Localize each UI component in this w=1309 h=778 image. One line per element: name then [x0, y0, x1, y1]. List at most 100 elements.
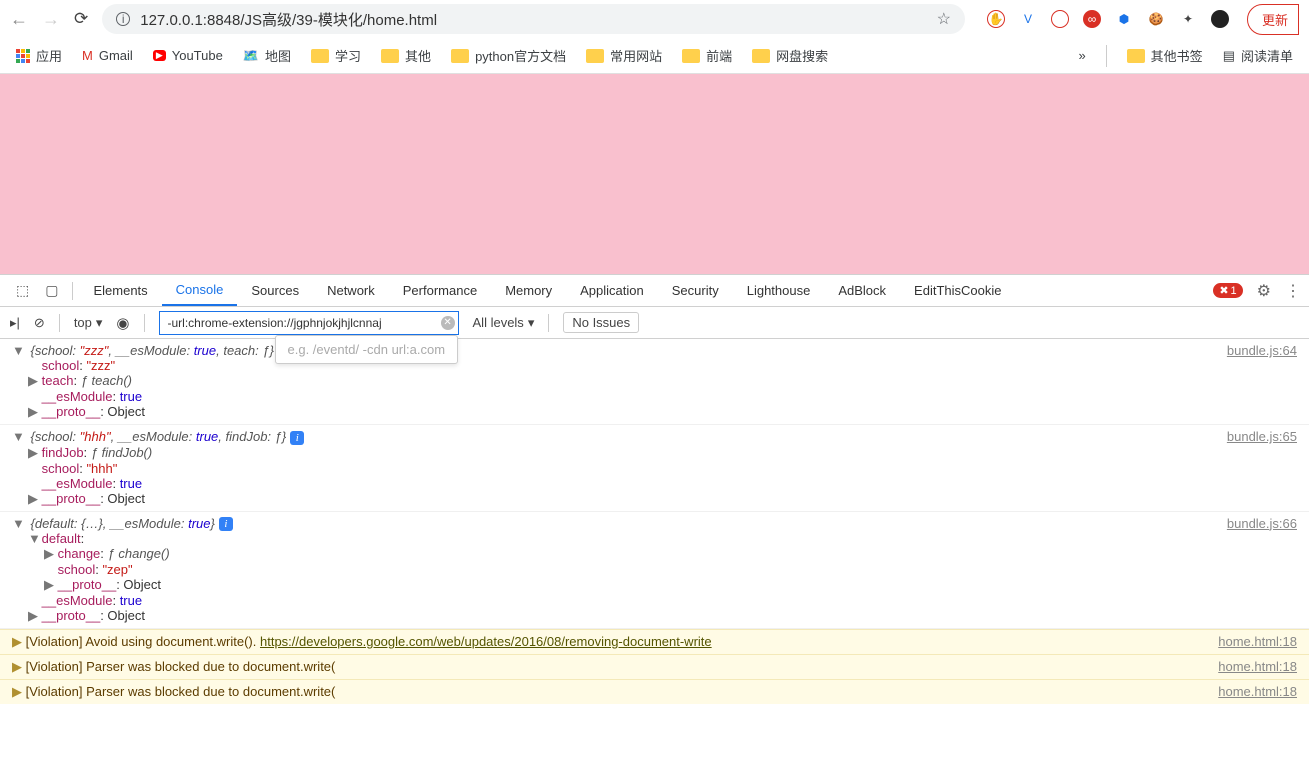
bookmark-youtube[interactable]: ▶YouTube [153, 48, 223, 63]
back-button[interactable]: ← [10, 9, 28, 30]
bookmark-gmail[interactable]: MGmail [82, 48, 133, 63]
bookmark-maps[interactable]: 🗺️地图 [243, 46, 291, 65]
tab-application[interactable]: Application [566, 275, 658, 306]
expand-arrow-icon[interactable]: ▶ [28, 404, 38, 420]
expand-arrow-icon[interactable]: ▶ [28, 608, 38, 624]
ext-icon-hex[interactable]: ⬢ [1115, 10, 1133, 28]
info-icon[interactable]: i [219, 517, 233, 531]
object-property[interactable]: ▶ teach: ƒ teach() [12, 373, 1297, 389]
inspect-icon[interactable]: ⬚ [8, 282, 37, 299]
divider [144, 314, 145, 332]
source-link[interactable]: bundle.js:65 [1227, 429, 1297, 444]
sidebar-toggle-icon[interactable]: ▸| [10, 315, 20, 331]
bookmark-folder-other[interactable]: 其他 [381, 46, 431, 65]
chevron-down-icon: ▾ [96, 315, 103, 331]
console-log-entry: bundle.js:66▼ {default: {…}, __esModule:… [0, 512, 1309, 630]
expand-arrow-icon[interactable]: ▶ [12, 659, 22, 674]
expand-arrow-icon[interactable]: ▶ [12, 684, 22, 699]
tab-sources[interactable]: Sources [237, 275, 313, 306]
expand-arrow-icon[interactable]: ▼ [12, 516, 25, 531]
other-bookmarks[interactable]: 其他书签 [1127, 46, 1203, 65]
source-link[interactable]: home.html:18 [1218, 684, 1297, 699]
object-property[interactable]: school: "zzz" [12, 358, 1297, 373]
filter-input[interactable] [159, 311, 459, 335]
object-property[interactable]: school: "zep" [12, 562, 1297, 577]
bookmark-folder-netdisk[interactable]: 网盘搜索 [752, 46, 828, 65]
issues-indicator[interactable]: No Issues [563, 312, 639, 333]
tab-security[interactable]: Security [658, 275, 733, 306]
object-property[interactable]: ▶ findJob: ƒ findJob() [12, 445, 1297, 461]
object-property[interactable]: ▶ __proto__: Object [12, 608, 1297, 624]
apps-shortcut[interactable]: 应用 [16, 46, 62, 65]
live-expression-icon[interactable]: ◉ [116, 314, 129, 332]
bookmarks-overflow[interactable]: » [1078, 48, 1085, 63]
tab-memory[interactable]: Memory [491, 275, 566, 306]
context-selector[interactable]: top▾ [74, 315, 103, 331]
object-property[interactable]: __esModule: true [12, 389, 1297, 404]
error-count-badge[interactable]: ✖1 [1213, 283, 1242, 298]
ext-icon-red[interactable]: ∞ [1083, 10, 1101, 28]
object-property[interactable]: ▶ __proto__: Object [12, 577, 1297, 593]
source-link[interactable]: bundle.js:64 [1227, 343, 1297, 358]
ext-icon-cookie[interactable]: 🍪 [1147, 10, 1165, 28]
reading-list[interactable]: ▤阅读清单 [1223, 46, 1293, 65]
site-info-icon[interactable]: i [116, 12, 130, 26]
object-property[interactable]: ▶ change: ƒ change() [12, 546, 1297, 562]
object-property[interactable]: __esModule: true [12, 476, 1297, 491]
clear-console-icon[interactable]: ⊘ [34, 315, 45, 331]
extensions-menu-icon[interactable]: ✦ [1179, 10, 1197, 28]
object-summary[interactable]: ▼ {default: {…}, __esModule: true}i [12, 516, 1297, 532]
tab-lighthouse[interactable]: Lighthouse [733, 275, 825, 306]
ext-icon-circle[interactable] [1051, 10, 1069, 28]
tab-console[interactable]: Console [162, 275, 238, 306]
expand-arrow-icon[interactable]: ▼ [12, 343, 25, 358]
ext-icon-dark[interactable] [1211, 10, 1229, 28]
bookmark-folder-frontend[interactable]: 前端 [682, 46, 732, 65]
settings-gear-icon[interactable]: ⚙ [1257, 281, 1271, 301]
object-property[interactable]: ▼ default: [12, 531, 1297, 546]
source-link[interactable]: home.html:18 [1218, 659, 1297, 674]
expand-arrow-icon[interactable]: ▶ [28, 445, 38, 461]
tab-elements[interactable]: Elements [79, 275, 161, 306]
reading-list-icon: ▤ [1223, 48, 1235, 64]
object-property[interactable]: ▶ __proto__: Object [12, 404, 1297, 420]
object-property[interactable]: ▶ __proto__: Object [12, 491, 1297, 507]
expand-arrow-icon[interactable]: ▼ [12, 429, 25, 444]
reload-button[interactable]: ⟳ [74, 9, 88, 29]
object-property[interactable]: __esModule: true [12, 593, 1297, 608]
violation-message: home.html:18▶ [Violation] Parser was blo… [0, 654, 1309, 679]
update-button[interactable]: 更新 [1247, 4, 1299, 35]
folder-icon [586, 49, 604, 63]
tab-performance[interactable]: Performance [389, 275, 491, 306]
vimium-icon[interactable]: V [1019, 10, 1037, 28]
source-link[interactable]: bundle.js:66 [1227, 516, 1297, 531]
object-summary[interactable]: ▼ {school: "hhh", __esModule: true, find… [12, 429, 1297, 445]
ublock-icon[interactable]: ✋ [987, 10, 1005, 28]
folder-icon [381, 49, 399, 63]
violation-link[interactable]: https://developers.google.com/web/update… [260, 634, 712, 649]
bookmark-folder-pydoc[interactable]: python官方文档 [451, 46, 566, 65]
bookmark-folder-study[interactable]: 学习 [311, 46, 361, 65]
expand-arrow-icon[interactable]: ▶ [44, 577, 54, 593]
more-menu-icon[interactable]: ⋮ [1285, 281, 1301, 301]
expand-arrow-icon[interactable]: ▼ [28, 531, 38, 546]
address-bar[interactable]: i 127.0.0.1:8848/JS高级/39-模块化/home.html ☆ [102, 4, 965, 34]
object-property[interactable]: school: "hhh" [12, 461, 1297, 476]
gmail-icon: M [82, 48, 93, 63]
expand-arrow-icon[interactable]: ▶ [12, 634, 22, 649]
info-icon[interactable]: i [290, 431, 304, 445]
forward-button[interactable]: → [42, 9, 60, 30]
bookmark-folder-common[interactable]: 常用网站 [586, 46, 662, 65]
device-toggle-icon[interactable]: ▢ [37, 282, 66, 299]
bookmark-star-icon[interactable]: ☆ [937, 9, 951, 29]
source-link[interactable]: home.html:18 [1218, 634, 1297, 649]
expand-arrow-icon[interactable]: ▶ [28, 373, 38, 389]
clear-filter-icon[interactable]: ✕ [441, 316, 455, 330]
tab-editthiscookie[interactable]: EditThisCookie [900, 275, 1015, 306]
tab-network[interactable]: Network [313, 275, 389, 306]
log-levels-selector[interactable]: All levels▾ [473, 315, 535, 331]
object-summary[interactable]: ▼ {school: "zzz", __esModule: true, teac… [12, 343, 1297, 358]
expand-arrow-icon[interactable]: ▶ [28, 491, 38, 507]
tab-adblock[interactable]: AdBlock [824, 275, 900, 306]
expand-arrow-icon[interactable]: ▶ [44, 546, 54, 562]
